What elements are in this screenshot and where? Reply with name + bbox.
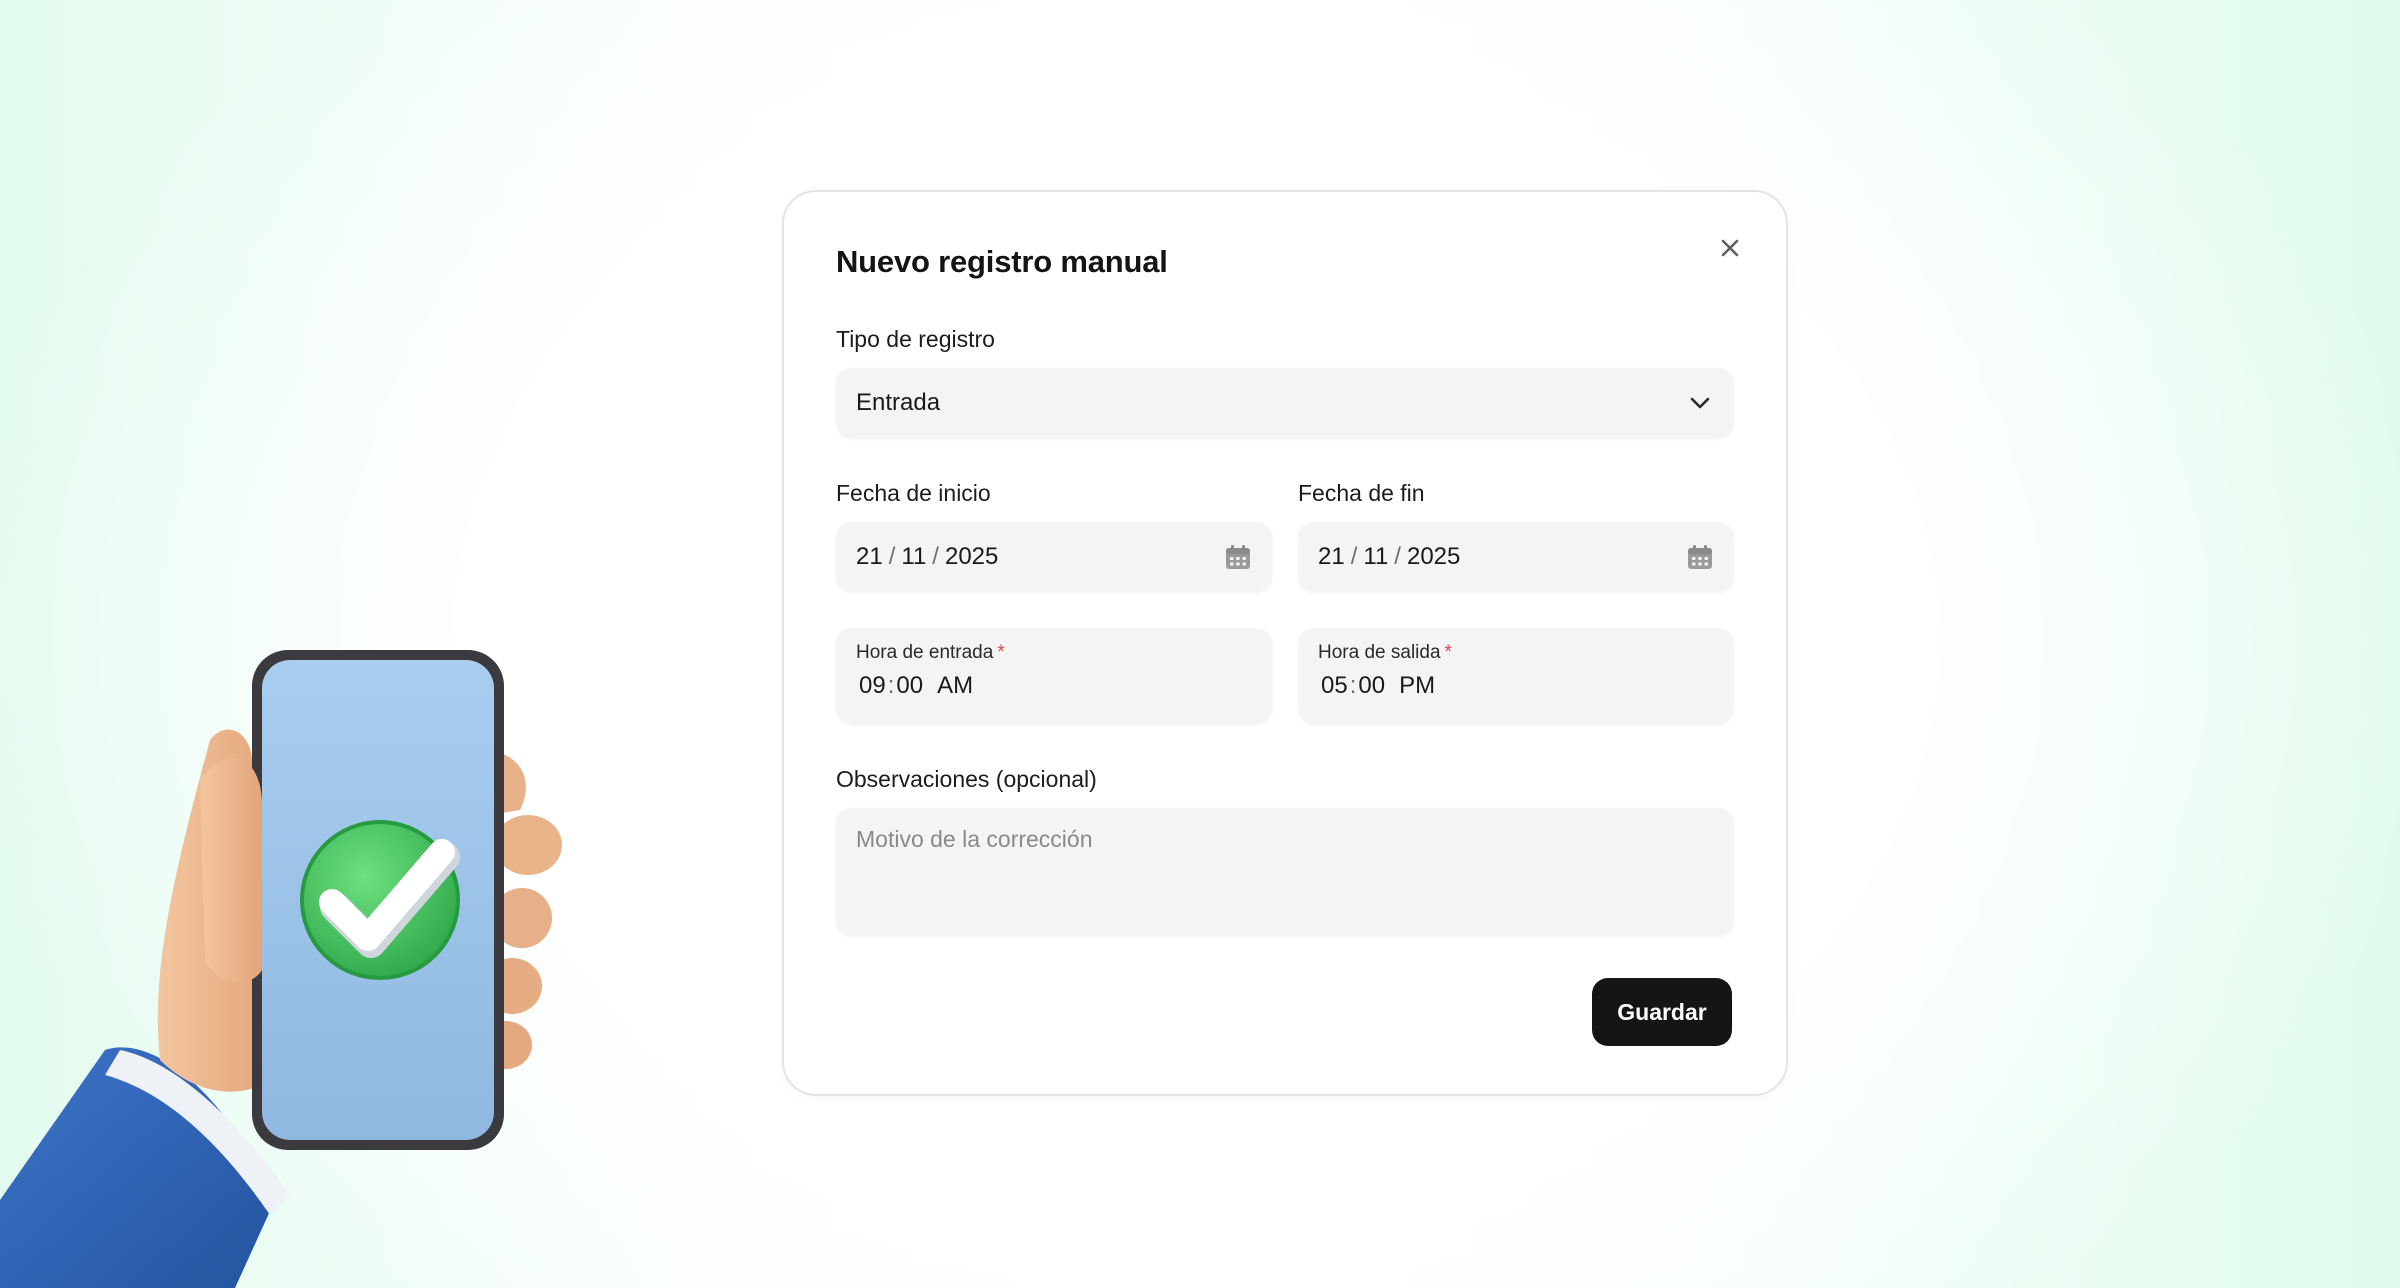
hand-phone-check-illustration [0,640,580,1288]
start-date-label: Fecha de inicio [836,480,991,506]
exit-time-value: 05 : 00 PM [1318,672,1714,700]
end-date-month[interactable]: 11 [1363,543,1388,571]
required-mark: * [997,642,1005,663]
close-icon [1721,239,1739,257]
entry-time-label-row: Hora de entrada * [856,642,1252,664]
finger-1 [494,815,562,875]
start-date-value: 21 / 11 / 2025 [856,543,1224,571]
start-date-month[interactable]: 11 [901,543,926,571]
dialog-title: Nuevo registro manual [836,244,1168,279]
start-date-year[interactable]: 2025 [945,543,998,571]
record-type-select[interactable]: Entrada [836,368,1734,438]
time-separator: : [887,672,895,699]
entry-time-input[interactable]: Hora de entrada * 09 : 00 AM [836,628,1272,724]
calendar-icon[interactable] [1224,544,1252,570]
end-date-input[interactable]: 21 / 11 / 2025 [1298,522,1734,592]
calendar-icon[interactable] [1686,544,1714,570]
save-button[interactable]: Guardar [1592,978,1732,1046]
exit-time-hour[interactable]: 05 [1321,672,1348,700]
date-separator: / [1350,543,1358,570]
start-date-day[interactable]: 21 [856,543,883,571]
record-type-value: Entrada [856,389,941,416]
end-date-day[interactable]: 21 [1318,543,1345,571]
notes-placeholder: Motivo de la corrección [856,826,1093,852]
entry-time-hour[interactable]: 09 [859,672,886,700]
notes-label: Observaciones (opcional) [836,766,1097,792]
time-separator: : [1349,672,1357,699]
thumb [200,757,262,983]
date-separator: / [1394,543,1401,570]
exit-time-period[interactable]: PM [1399,672,1435,700]
exit-time-label-row: Hora de salida * [1318,642,1714,664]
required-mark: * [1444,642,1452,663]
exit-time-minute[interactable]: 00 [1358,672,1385,700]
entry-time-period[interactable]: AM [937,672,973,700]
date-separator: / [888,543,896,570]
entry-time-value: 09 : 00 AM [856,672,1252,700]
record-type-label: Tipo de registro [836,326,995,352]
end-date-label: Fecha de fin [1298,480,1425,506]
manual-record-dialog: Nuevo registro manual Tipo de registro E… [782,190,1788,1096]
start-date-input[interactable]: 21 / 11 / 2025 [836,522,1272,592]
end-date-year[interactable]: 2025 [1407,543,1460,571]
exit-time-label: Hora de salida [1318,642,1441,663]
close-button[interactable] [1710,228,1750,268]
entry-time-label: Hora de entrada [856,642,994,663]
date-separator: / [932,543,939,570]
entry-time-minute[interactable]: 00 [896,672,923,700]
notes-textarea[interactable]: Motivo de la corrección [836,808,1734,936]
chevron-down-icon [1690,397,1710,409]
exit-time-input[interactable]: Hora de salida * 05 : 00 PM [1298,628,1734,724]
end-date-value: 21 / 11 / 2025 [1318,543,1686,571]
